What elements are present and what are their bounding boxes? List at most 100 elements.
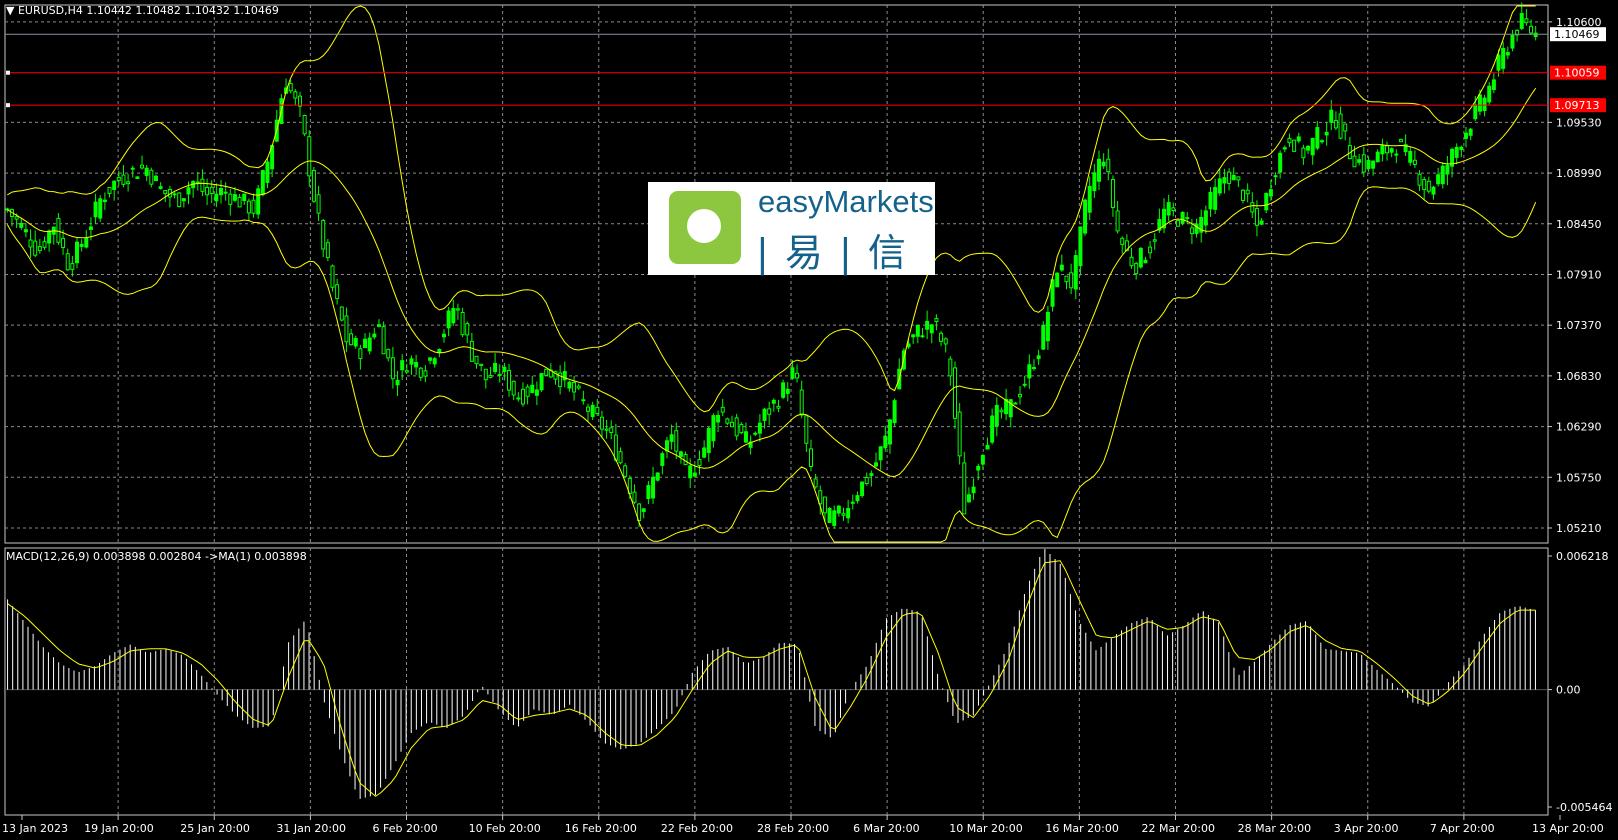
candle-body [1208, 191, 1213, 210]
candle-body [1385, 145, 1390, 154]
candle-body [730, 421, 735, 428]
candle-body [1380, 145, 1385, 155]
price-axis-label: 1.06830 [1556, 370, 1602, 383]
x-tick-label: 7 Apr 20:00 [1430, 822, 1495, 835]
logo-square-icon [669, 191, 741, 264]
candle-body [1018, 393, 1023, 398]
candle-body [836, 505, 841, 514]
candle-body [1491, 79, 1496, 90]
symbol-quote-text: EURUSD,H4 1.10442 1.10482 1.10432 1.1046… [17, 4, 279, 17]
collapse-triangle-icon[interactable]: ▼ [6, 4, 14, 17]
candle-body [395, 379, 400, 386]
candle-body [706, 427, 711, 453]
candle-body [1227, 171, 1232, 184]
candle-body [590, 404, 595, 417]
candle-body [200, 178, 205, 192]
candle-body [205, 186, 210, 196]
candle-body [1282, 147, 1287, 150]
candle-body [465, 323, 470, 336]
macd-histogram [7, 548, 1536, 799]
candle-body [674, 430, 679, 452]
candle-body [232, 194, 237, 201]
candle-body [757, 422, 762, 434]
logo-name: easyMarkets [758, 184, 934, 219]
candle-body [1069, 272, 1074, 289]
price-axis-label: 1.07370 [1556, 319, 1602, 332]
candle-body [771, 399, 776, 404]
candle-body [813, 478, 818, 488]
candle-body [1519, 13, 1524, 29]
candle-body [632, 491, 637, 503]
logo-chinese: | 易 | 信 [756, 231, 908, 275]
x-tick-label: 6 Mar 20:00 [853, 822, 919, 835]
candle-body [88, 226, 93, 231]
candle-body [846, 507, 851, 519]
macd-axis-label: 0.006218 [1556, 550, 1609, 563]
candle-body [1445, 164, 1450, 175]
candle-body [1333, 120, 1338, 129]
x-tick-label: 10 Feb 20:00 [469, 822, 541, 835]
candle-body [1296, 136, 1301, 142]
candle-body [1408, 150, 1413, 163]
candle-body [567, 381, 572, 389]
candle-body [1454, 146, 1459, 158]
candle-body [242, 193, 247, 202]
candle-body [1459, 146, 1464, 151]
candle-body [869, 473, 874, 476]
macd-axis-label: 0.00 [1556, 684, 1581, 697]
candle-body [990, 415, 995, 443]
candle-body [925, 320, 930, 330]
price-axis-label: 1.07910 [1556, 268, 1602, 281]
candle-body [1319, 140, 1324, 143]
price-axis-label: 1.05210 [1556, 522, 1602, 535]
current-price-label: 1.10469 [1554, 28, 1600, 41]
x-tick-label: 25 Jan 20:00 [180, 822, 250, 835]
x-tick-label: 19 Jan 20:00 [84, 822, 154, 835]
candle-body [934, 318, 939, 323]
candle-body [539, 373, 544, 391]
candle-body [1496, 54, 1501, 71]
candle-body [576, 385, 581, 389]
candle-body [586, 406, 591, 412]
candle-body [827, 507, 832, 524]
candle-body [1092, 172, 1097, 192]
candle-body [1422, 179, 1427, 191]
candle-body [140, 164, 145, 169]
candle-body [734, 417, 739, 437]
candle-body [530, 384, 535, 393]
candle-body [1468, 128, 1473, 136]
level-handle [6, 70, 10, 75]
candle-body [994, 404, 999, 427]
candle-body [1027, 364, 1032, 379]
candle-body [363, 338, 368, 349]
candle-body [37, 246, 42, 252]
candle-body [311, 170, 316, 202]
candle-body [339, 306, 344, 321]
candle-body [595, 406, 600, 415]
candle-body [1510, 35, 1515, 49]
candle-body [1250, 202, 1255, 213]
candle-body [725, 418, 730, 424]
candle-body [920, 335, 925, 338]
candle-body [75, 241, 80, 264]
candle-body [943, 338, 948, 345]
candle-body [1436, 174, 1441, 185]
candle-body [855, 495, 860, 502]
candle-body [660, 453, 665, 466]
candle-body [1417, 173, 1422, 186]
candle-body [404, 370, 409, 373]
candle-body [874, 462, 879, 467]
candle-body [1529, 25, 1534, 34]
candle-body [799, 389, 804, 416]
candle-body [428, 357, 433, 361]
candle-body [599, 416, 604, 430]
candle-body [1106, 158, 1111, 173]
candle-body [581, 399, 586, 402]
candle-body [181, 198, 186, 202]
macd-header: MACD(12,26,9) 0.003898 0.002804 ->MA(1) … [6, 550, 307, 563]
candle-body [1524, 18, 1529, 24]
candle-body [1343, 123, 1348, 132]
candle-body [497, 373, 502, 376]
x-tick-label: 31 Jan 20:00 [276, 822, 346, 835]
candle-body [1412, 159, 1417, 165]
